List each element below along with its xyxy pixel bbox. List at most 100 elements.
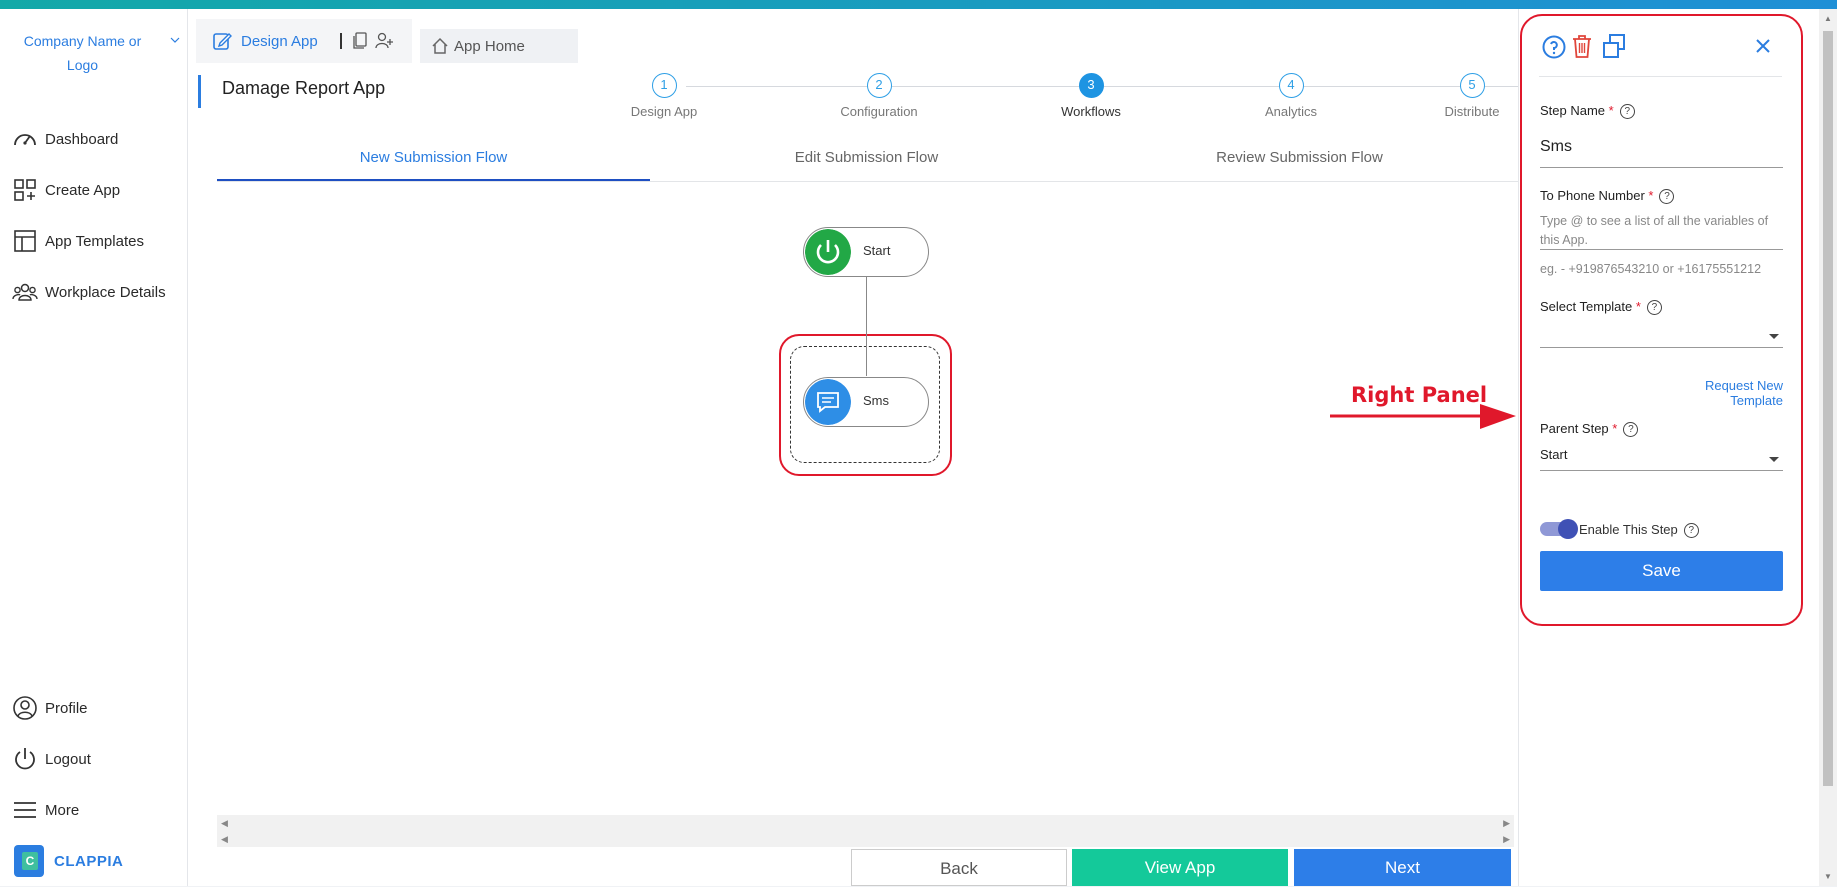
enable-step-label: Enable This Step? — [1579, 522, 1699, 539]
scroll-right-icon[interactable]: ▶ — [1503, 818, 1510, 829]
phone-number-input[interactable]: Type @ to see a list of all the variable… — [1540, 212, 1783, 250]
sidebar-item-label: App Templates — [45, 232, 144, 250]
step-label: Configuration — [840, 104, 918, 119]
question-icon[interactable]: ? — [1623, 422, 1639, 438]
step-configuration[interactable]: 2 Configuration — [819, 73, 939, 119]
next-button[interactable]: Next — [1294, 849, 1511, 886]
help-icon[interactable] — [1541, 34, 1567, 60]
panel-divider — [1539, 76, 1782, 77]
sidebar-item-logout[interactable]: Logout — [0, 739, 188, 779]
sidebar-item-app-templates[interactable]: App Templates — [0, 221, 188, 261]
step-label: Distribute — [1444, 104, 1500, 119]
scroll-left-icon[interactable]: ◀ — [221, 818, 228, 829]
tab-review-submission-flow[interactable]: Review Submission Flow — [1083, 141, 1516, 181]
question-icon[interactable]: ? — [1646, 300, 1662, 316]
parent-step-label: Parent Step *? — [1540, 421, 1639, 438]
scroll-down-icon[interactable]: ▼ — [1824, 872, 1832, 881]
required-mark: * — [1648, 188, 1654, 203]
back-button[interactable]: Back — [851, 849, 1067, 886]
sidebar-item-label: Dashboard — [45, 130, 119, 148]
phone-number-label: To Phone Number *? — [1540, 188, 1675, 205]
toggle-knob — [1558, 519, 1578, 539]
copy-icon[interactable] — [352, 32, 368, 50]
sidebar-item-label: Create App — [45, 181, 121, 199]
edit-icon — [213, 33, 232, 50]
title-accent — [198, 75, 201, 108]
scroll-right-icon[interactable]: ▶ — [1503, 834, 1510, 845]
question-icon[interactable]: ? — [1659, 189, 1675, 205]
horizontal-scrollbar[interactable]: ◀ ◀ ▶ ▶ — [217, 815, 1514, 847]
step-distribute[interactable]: 5 Distribute — [1429, 73, 1515, 119]
required-mark: * — [1612, 421, 1618, 436]
caret-down-icon — [1769, 457, 1779, 462]
tab-design-app[interactable]: Design App — [196, 19, 412, 63]
step-name-label: Step Name *? — [1540, 103, 1635, 120]
required-mark: * — [1635, 299, 1641, 314]
scroll-up-icon[interactable]: ▲ — [1824, 14, 1832, 23]
top-accent-bar — [0, 0, 1837, 9]
step-number: 4 — [1278, 73, 1304, 98]
logo-mark — [14, 845, 44, 877]
profile-icon — [13, 696, 37, 720]
step-number: 2 — [866, 73, 892, 98]
workflow-node-start[interactable]: Start — [803, 227, 929, 277]
dashboard-icon — [14, 134, 36, 146]
step-number: 1 — [651, 73, 677, 98]
flow-connector — [866, 276, 867, 376]
clappia-logo: CLAPPIA — [14, 841, 174, 881]
vertical-scrollbar[interactable]: ▲ ▼ — [1819, 9, 1837, 886]
sidebar: Company Name or Logo Dashboard Create Ap… — [0, 9, 188, 886]
tab-app-home[interactable]: App Home — [420, 29, 578, 63]
label-text: Enable This Step — [1579, 522, 1678, 537]
home-icon — [432, 37, 448, 54]
sidebar-item-more[interactable]: More — [0, 790, 188, 830]
sidebar-item-create-app[interactable]: Create App — [0, 170, 188, 210]
enable-step-toggle[interactable] — [1540, 519, 1578, 539]
parent-step-dropdown[interactable]: Start — [1540, 447, 1783, 471]
label-text: To Phone Number — [1540, 188, 1645, 203]
step-workflows[interactable]: 3 Workflows — [1031, 73, 1151, 119]
step-analytics[interactable]: 4 Analytics — [1231, 73, 1351, 119]
page-title: Damage Report App — [222, 78, 386, 98]
step-label: Analytics — [1264, 104, 1318, 119]
power-icon — [805, 229, 851, 275]
scroll-thumb[interactable] — [1823, 31, 1833, 786]
select-template-dropdown[interactable] — [1540, 324, 1783, 348]
app-tab-bar: Design App App Home — [196, 19, 1518, 64]
question-icon[interactable]: ? — [1619, 104, 1635, 120]
view-app-button[interactable]: View App — [1072, 849, 1288, 886]
sidebar-item-label: More — [45, 801, 80, 819]
node-label: Start — [863, 243, 891, 258]
phone-number-hint: eg. - +919876543210 or +16175551212 — [1540, 262, 1762, 276]
logout-icon — [15, 748, 35, 770]
tab-new-submission-flow[interactable]: New Submission Flow — [217, 141, 650, 181]
message-icon — [805, 379, 851, 425]
workflow-node-sms[interactable]: Sms — [803, 377, 929, 427]
sidebar-item-label: Logout — [45, 750, 91, 768]
chevron-down-icon[interactable] — [170, 33, 180, 47]
question-icon[interactable]: ? — [1683, 523, 1699, 539]
sidebar-item-dashboard[interactable]: Dashboard — [0, 119, 188, 159]
save-button[interactable]: Save — [1540, 551, 1783, 591]
company-name[interactable]: Company Name or Logo — [10, 29, 155, 77]
flow-tabs: New Submission Flow Edit Submission Flow… — [217, 141, 1518, 182]
scroll-left-icon[interactable]: ◀ — [221, 834, 228, 845]
step-design-app[interactable]: 1 Design App — [604, 73, 724, 119]
duplicate-icon[interactable] — [1601, 33, 1627, 59]
label-text: Parent Step — [1540, 421, 1609, 436]
sidebar-item-label: Profile — [45, 699, 88, 717]
tab-edit-submission-flow[interactable]: Edit Submission Flow — [650, 141, 1083, 181]
trash-icon[interactable] — [1569, 33, 1595, 59]
sidebar-item-workplace-details[interactable]: Workplace Details — [0, 272, 188, 312]
menu-icon — [14, 802, 36, 818]
close-icon[interactable] — [1751, 34, 1775, 58]
tab-home-label: App Home — [454, 37, 525, 55]
request-new-template-link[interactable]: Request New Template — [1650, 378, 1783, 408]
tab-separator — [339, 33, 342, 49]
sidebar-item-profile[interactable]: Profile — [0, 688, 188, 728]
templates-icon — [14, 230, 36, 252]
add-user-icon[interactable] — [374, 31, 394, 51]
tab-design-label: Design App — [241, 32, 318, 50]
step-name-input[interactable]: Sms — [1540, 138, 1783, 168]
brand-name: CLAPPIA — [54, 852, 124, 870]
